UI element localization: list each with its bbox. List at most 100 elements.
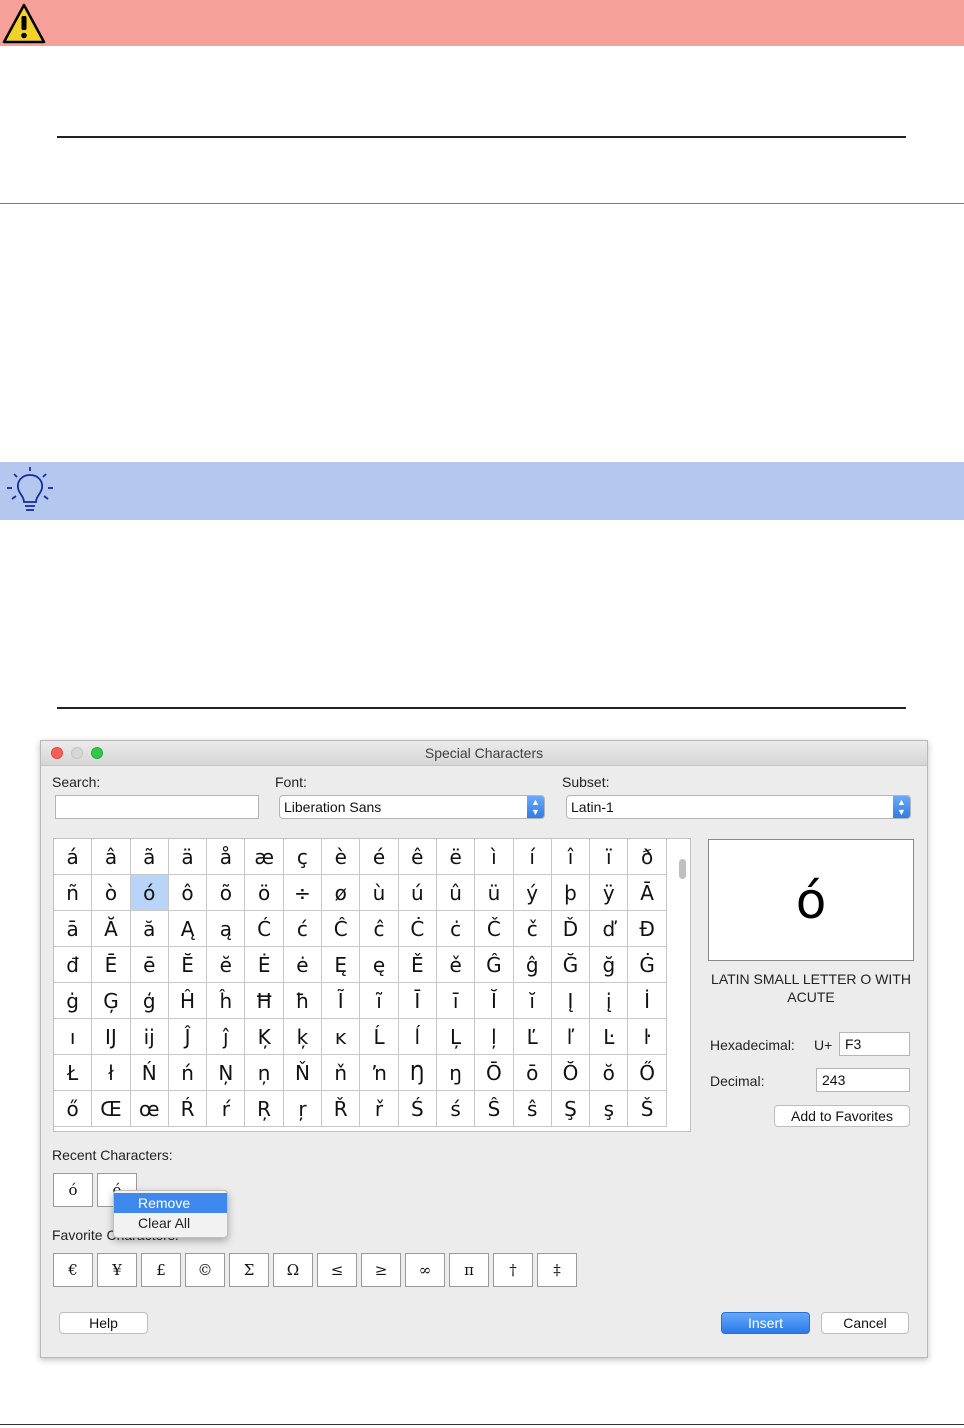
character-cell[interactable]: ĝ [513, 947, 552, 983]
character-cell[interactable]: å [207, 839, 246, 875]
character-cell[interactable]: è [322, 839, 361, 875]
character-cell[interactable]: ô [168, 875, 208, 911]
menu-item-clear-all[interactable]: Clear All [114, 1213, 227, 1233]
character-cell[interactable]: æ [245, 839, 284, 875]
character-cell[interactable]: Č [475, 911, 514, 947]
insert-button[interactable]: Insert [721, 1312, 810, 1334]
character-cell[interactable]: ľ [551, 1019, 591, 1055]
character-cell[interactable]: Ĩ [322, 983, 361, 1019]
character-cell[interactable]: İ [628, 983, 667, 1019]
character-cell[interactable]: ċ [436, 911, 476, 947]
character-cell[interactable]: ł [92, 1055, 131, 1091]
character-cell[interactable]: Ň [283, 1055, 323, 1091]
favorite-character-slot[interactable]: Ω [273, 1253, 313, 1287]
character-cell[interactable]: ŗ [283, 1091, 323, 1127]
character-cell[interactable]: Ă [92, 911, 131, 947]
character-cell[interactable]: Ģ [92, 983, 131, 1019]
character-cell[interactable]: ð [628, 839, 667, 875]
favorite-character-slot[interactable]: ¥ [97, 1253, 137, 1287]
character-cell[interactable]: ù [360, 875, 399, 911]
character-cell[interactable]: ą [207, 911, 246, 947]
character-cell[interactable]: ŋ [436, 1055, 476, 1091]
favorite-character-slot[interactable]: ≥ [361, 1253, 401, 1287]
character-cell[interactable]: ĩ [360, 983, 399, 1019]
character-cell[interactable]: Į [551, 983, 591, 1019]
character-cell[interactable]: į [590, 983, 629, 1019]
character-cell[interactable]: ď [590, 911, 629, 947]
cancel-button[interactable]: Cancel [821, 1312, 909, 1334]
character-cell[interactable]: ú [398, 875, 437, 911]
character-cell[interactable]: Ĭ [475, 983, 514, 1019]
character-cell[interactable]: ś [436, 1091, 476, 1127]
character-cell[interactable]: Š [628, 1091, 667, 1127]
character-cell[interactable]: Ŋ [398, 1055, 437, 1091]
favorite-character-slot[interactable]: Σ [229, 1253, 269, 1287]
character-cell[interactable]: Ŝ [475, 1091, 514, 1127]
character-cell[interactable]: ř [360, 1091, 399, 1127]
title-bar[interactable]: Special Characters [41, 741, 927, 766]
favorite-character-slot[interactable]: π [449, 1253, 489, 1287]
character-cell[interactable]: ĕ [207, 947, 246, 983]
character-cell[interactable]: ħ [283, 983, 323, 1019]
character-cell[interactable]: î [551, 839, 591, 875]
character-cell[interactable]: Œ [92, 1091, 131, 1127]
character-cell[interactable]: ã [130, 839, 169, 875]
character-cell[interactable]: ĵ [207, 1019, 246, 1055]
character-cell[interactable]: ŕ [207, 1091, 246, 1127]
character-cell[interactable]: Ņ [207, 1055, 246, 1091]
character-cell[interactable]: đ [54, 947, 93, 983]
favorite-character-slot[interactable]: ∞ [405, 1253, 445, 1287]
character-cell[interactable]: é [360, 839, 399, 875]
character-cell[interactable]: â [92, 839, 131, 875]
character-cell[interactable]: ŝ [513, 1091, 552, 1127]
character-cell[interactable]: Ā [628, 875, 667, 911]
help-button[interactable]: Help [59, 1312, 148, 1334]
character-cell[interactable]: Ē [92, 947, 131, 983]
character-cell[interactable]: ő [54, 1091, 93, 1127]
favorite-character-slot[interactable]: € [53, 1253, 93, 1287]
character-cell[interactable]: ē [130, 947, 169, 983]
character-cell[interactable]: Ŕ [168, 1091, 208, 1127]
character-cell[interactable]: þ [551, 875, 591, 911]
character-cell[interactable]: ķ [283, 1019, 323, 1055]
character-cell[interactable]: Ļ [436, 1019, 476, 1055]
character-grid[interactable]: á â ã ä å æ ç è é ê ë ì í î ï ð ñ ò ó ô õ ö ÷ ø ù ú û ü ý þ ÿ Āā Ăă Ąą Ćć Ĉ… [53, 838, 691, 1132]
character-cell[interactable]: Ī [398, 983, 437, 1019]
character-cell[interactable]: Ŀ [590, 1019, 629, 1055]
character-cell[interactable]: Ĕ [168, 947, 208, 983]
grid-scrollbar[interactable] [676, 839, 690, 1131]
character-cell[interactable]: ģ [130, 983, 169, 1019]
character-cell[interactable]: ş [590, 1091, 629, 1127]
character-cell[interactable]: ŏ [590, 1055, 629, 1091]
character-cell[interactable]: ō [513, 1055, 552, 1091]
character-cell[interactable]: Ę [322, 947, 361, 983]
character-cell[interactable]: ı [54, 1019, 93, 1055]
character-cell[interactable]: ü [475, 875, 514, 911]
character-cell[interactable]: Ć [245, 911, 284, 947]
search-input[interactable] [55, 795, 259, 819]
character-cell[interactable]: ì [475, 839, 514, 875]
character-cell[interactable]: ă [130, 911, 169, 947]
character-cell[interactable]: č [513, 911, 552, 947]
character-cell[interactable]: ğ [590, 947, 629, 983]
character-cell[interactable]: Ĥ [168, 983, 208, 1019]
character-cell[interactable]: Ľ [513, 1019, 552, 1055]
character-cell[interactable]: ò [92, 875, 131, 911]
character-cell[interactable]: õ [207, 875, 246, 911]
character-cell[interactable]: Ŗ [245, 1091, 284, 1127]
character-cell[interactable]: ę [360, 947, 399, 983]
character-cell[interactable]: ê [398, 839, 437, 875]
character-cell[interactable]: ä [168, 839, 208, 875]
character-cell[interactable]: ā [54, 911, 93, 947]
recent-character-slot[interactable]: ó [53, 1173, 93, 1207]
character-cell[interactable]: ć [283, 911, 323, 947]
close-window-button[interactable] [51, 747, 63, 759]
font-select[interactable]: Liberation Sans ▲ ▼ [279, 795, 545, 819]
maximize-window-button[interactable] [91, 747, 103, 759]
character-cell[interactable]: Ĺ [360, 1019, 399, 1055]
favorite-character-slot[interactable]: ‡ [537, 1253, 577, 1287]
character-cell[interactable]: ë [436, 839, 476, 875]
character-cell[interactable]: ń [168, 1055, 208, 1091]
character-cell[interactable]: Ř [322, 1091, 361, 1127]
character-cell[interactable]: Ą [168, 911, 208, 947]
